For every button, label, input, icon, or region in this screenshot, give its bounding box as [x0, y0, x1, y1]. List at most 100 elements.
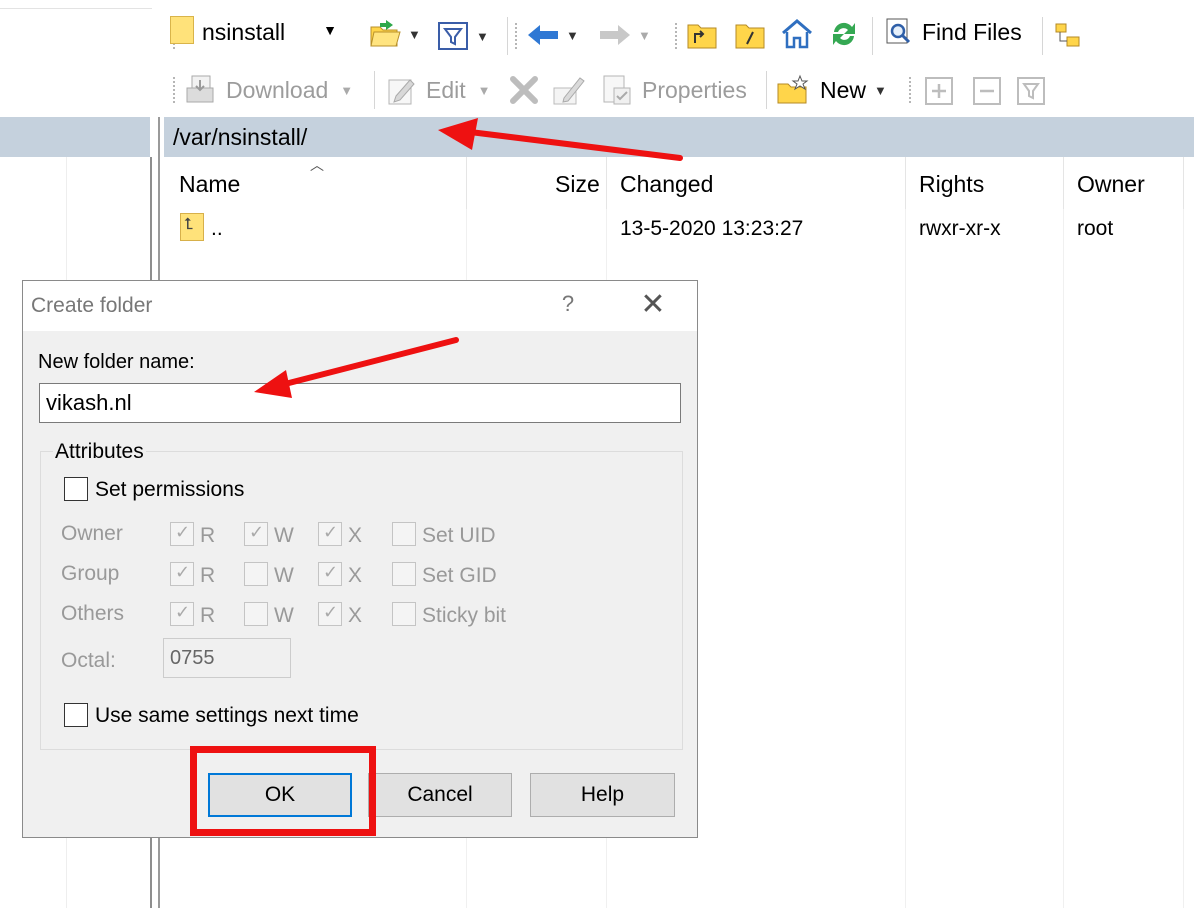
download-button[interactable]: Download ▼	[184, 74, 353, 106]
filter-button[interactable]: ▼	[438, 22, 489, 50]
parent-directory-button[interactable]	[686, 20, 718, 50]
find-files-button[interactable]: Find Files	[884, 16, 1022, 48]
find-files-label: Find Files	[922, 18, 1022, 45]
root-directory-icon	[735, 24, 765, 49]
unselect-button[interactable]	[972, 76, 1002, 106]
forward-button[interactable]: ▼	[598, 22, 651, 48]
edit-icon	[388, 79, 415, 105]
find-files-icon	[886, 18, 911, 44]
tree-view-icon	[1055, 23, 1080, 47]
set-uid-label: Set UID	[422, 524, 496, 547]
owner-read-checkbox[interactable]	[170, 522, 194, 546]
open-directory-button[interactable]: ▼	[368, 18, 421, 50]
group-execute-label: X	[348, 564, 363, 587]
rename-button[interactable]	[552, 74, 586, 106]
group-label: Group	[61, 562, 120, 585]
left-pane-divider	[0, 8, 152, 9]
edit-button[interactable]: Edit ▼	[386, 74, 491, 106]
group-read-label: R	[200, 564, 216, 587]
others-label: Others	[61, 602, 125, 625]
column-header-changed[interactable]: Changed	[620, 171, 713, 198]
toolbar-grip[interactable]	[674, 22, 678, 50]
filter-select-button[interactable]	[1016, 76, 1046, 106]
others-read-checkbox[interactable]	[170, 602, 194, 626]
download-icon	[186, 75, 214, 103]
dialog-title: Create folder	[31, 294, 153, 317]
close-icon[interactable]: ✕	[635, 287, 671, 323]
filter-select-icon	[1017, 77, 1045, 105]
column-header-owner[interactable]: Owner	[1077, 171, 1145, 198]
set-permissions-label: Set permissions	[95, 478, 245, 501]
root-directory-button[interactable]	[734, 20, 766, 50]
parent-directory-icon	[180, 213, 204, 241]
group-write-label: W	[274, 564, 294, 587]
unselect-icon	[973, 77, 1001, 105]
rename-icon	[553, 77, 585, 105]
owner-label: Owner	[61, 522, 123, 545]
address-bar[interactable]: /var/nsinstall/	[164, 117, 1194, 157]
refresh-button[interactable]	[828, 18, 860, 50]
help-button[interactable]: Help	[530, 773, 675, 817]
file-operations-toolbar: Download ▼ Edit ▼ Properties New ▼	[164, 64, 1194, 116]
others-execute-label: X	[348, 604, 363, 627]
back-arrow-icon	[528, 25, 558, 45]
parent-directory-icon	[687, 24, 717, 49]
column-header-rights[interactable]: Rights	[919, 171, 984, 198]
sort-ascending-icon: ︿	[310, 157, 324, 173]
path-combo[interactable]: nsinstall ▼	[164, 8, 342, 52]
set-gid-label: Set GID	[422, 564, 497, 587]
left-pane-header	[0, 117, 152, 157]
cancel-button[interactable]: Cancel	[368, 773, 512, 817]
chevron-down-icon[interactable]: ▼	[320, 18, 340, 42]
toolbar-grip[interactable]	[908, 76, 912, 104]
same-settings-checkbox[interactable]	[64, 703, 88, 727]
column-header-size[interactable]: Size	[555, 171, 600, 198]
same-settings-label: Use same settings next time	[95, 704, 359, 727]
download-label: Download	[226, 76, 329, 103]
toolbar-grip[interactable]	[514, 22, 518, 50]
octal-input[interactable]	[163, 638, 291, 678]
new-button[interactable]: New ▼	[776, 74, 887, 106]
delete-icon	[510, 76, 538, 104]
set-gid-checkbox[interactable]	[392, 562, 416, 586]
others-write-label: W	[274, 604, 294, 627]
back-button[interactable]: ▼	[526, 22, 579, 48]
attributes-group: Attributes Set permissions Owner R W X S…	[40, 440, 683, 750]
column-header-name[interactable]: Name	[179, 171, 240, 198]
owner-write-label: W	[274, 524, 294, 547]
folder-name-input[interactable]	[39, 383, 681, 423]
tree-view-button[interactable]	[1054, 22, 1082, 50]
help-icon[interactable]: ?	[553, 291, 583, 321]
dialog-titlebar[interactable]: Create folder ? ✕	[23, 281, 697, 331]
open-folder-icon	[370, 20, 401, 47]
octal-label: Octal:	[61, 649, 116, 672]
sticky-bit-label: Sticky bit	[422, 604, 507, 627]
path-combo-value: nsinstall	[202, 19, 286, 45]
folder-name-label: New folder name:	[38, 351, 195, 373]
others-write-checkbox[interactable]	[244, 602, 268, 626]
edit-label: Edit	[426, 76, 466, 103]
toolbar-grip[interactable]	[172, 76, 176, 104]
sticky-bit-checkbox[interactable]	[392, 602, 416, 626]
select-button[interactable]	[924, 76, 954, 106]
owner-execute-checkbox[interactable]	[318, 522, 342, 546]
select-icon	[925, 77, 953, 105]
set-permissions-checkbox[interactable]	[64, 477, 88, 501]
set-uid-checkbox[interactable]	[392, 522, 416, 546]
attributes-label: Attributes	[53, 440, 146, 464]
row-owner: root	[1077, 217, 1114, 240]
group-execute-checkbox[interactable]	[318, 562, 342, 586]
group-write-checkbox[interactable]	[244, 562, 268, 586]
properties-button[interactable]: Properties	[600, 74, 747, 106]
folder-icon	[170, 16, 194, 44]
home-button[interactable]	[780, 18, 814, 50]
group-read-checkbox[interactable]	[170, 562, 194, 586]
forward-arrow-icon	[600, 25, 630, 45]
navigation-toolbar: nsinstall ▼ ▼ ▼ ▼ ▼ Find Files	[164, 8, 1194, 64]
properties-icon	[603, 75, 631, 105]
current-path: /var/nsinstall/	[173, 124, 308, 150]
filter-icon	[438, 22, 468, 50]
others-execute-checkbox[interactable]	[318, 602, 342, 626]
delete-button[interactable]	[508, 74, 540, 106]
owner-write-checkbox[interactable]	[244, 522, 268, 546]
